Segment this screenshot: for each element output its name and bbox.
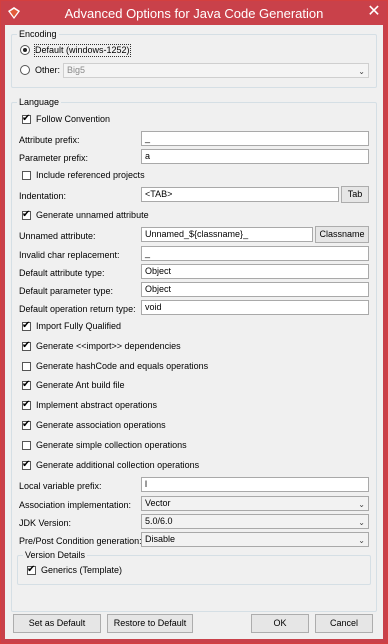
- default-attribute-type-input[interactable]: Object: [141, 264, 369, 279]
- check-icon: ✔: [22, 419, 31, 430]
- cancel-button[interactable]: Cancel: [315, 614, 373, 633]
- version-details-legend: Version Details: [23, 550, 88, 561]
- check-icon: ✔: [22, 209, 31, 220]
- jdk-version-value: 5.0/6.0: [145, 516, 173, 526]
- chevron-down-icon: ⌄: [358, 518, 365, 527]
- jdk-version-label: JDK Version:: [19, 518, 72, 528]
- option-label: Generate <<import>> dependencies: [36, 341, 181, 351]
- include-referenced-label: Include referenced projects: [36, 170, 145, 180]
- chevron-down-icon: ⌄: [358, 500, 365, 509]
- option-checkbox[interactable]: ✔: [22, 459, 31, 470]
- encoding-legend: Encoding: [17, 29, 59, 40]
- ok-button[interactable]: OK: [251, 614, 309, 633]
- encoding-other-label: Other:: [35, 65, 61, 75]
- jdk-version-combo[interactable]: 5.0/6.0 ⌄: [141, 514, 369, 529]
- encoding-other-radio[interactable]: [20, 65, 30, 75]
- encoding-default-label: Default (windows-1252): [34, 44, 131, 57]
- close-icon: ✕: [367, 3, 381, 20]
- close-button[interactable]: ✕: [365, 3, 383, 21]
- option-label: Generate Ant build file: [36, 380, 125, 390]
- check-icon: ✔: [22, 113, 31, 124]
- check-icon: ✔: [22, 459, 31, 470]
- option-label: Import Fully Qualified: [36, 321, 122, 331]
- default-parameter-type-label: Default parameter type:: [19, 286, 114, 296]
- chevron-down-icon: ⌄: [358, 536, 365, 545]
- language-legend: Language: [17, 97, 62, 108]
- option-checkbox[interactable]: ✔: [22, 379, 31, 390]
- unnamed-attribute-input[interactable]: Unnamed_${classname}_: [141, 227, 313, 242]
- set-as-default-button[interactable]: Set as Default: [13, 614, 101, 633]
- association-impl-value: Vector: [145, 498, 171, 508]
- invalid-char-label: Invalid char replacement:: [19, 250, 120, 260]
- include-referenced-checkbox[interactable]: [22, 171, 31, 180]
- default-parameter-type-input[interactable]: Object: [141, 282, 369, 297]
- follow-convention-checkbox[interactable]: ✔: [22, 113, 31, 124]
- invalid-char-input[interactable]: _: [141, 246, 369, 261]
- option-checkbox[interactable]: [22, 441, 31, 450]
- generate-unnamed-checkbox[interactable]: ✔: [22, 209, 31, 220]
- check-icon: ✔: [22, 320, 31, 331]
- default-return-type-input[interactable]: void: [141, 300, 369, 315]
- association-impl-combo[interactable]: Vector ⌄: [141, 496, 369, 511]
- local-variable-prefix-input[interactable]: l: [141, 477, 369, 492]
- option-label: Generate additional collection operation…: [36, 460, 200, 470]
- option-checkbox[interactable]: ✔: [22, 419, 31, 430]
- classname-button[interactable]: Classname: [315, 226, 369, 243]
- option-checkbox[interactable]: [22, 362, 31, 371]
- association-impl-label: Association implementation:: [19, 500, 132, 510]
- option-checkbox[interactable]: ✔: [22, 320, 31, 331]
- option-checkbox[interactable]: ✔: [22, 340, 31, 351]
- check-icon: ✔: [22, 340, 31, 351]
- option-label: Generate simple collection operations: [36, 440, 187, 450]
- chevron-down-icon: ⌄: [358, 67, 365, 76]
- option-label: Implement abstract operations: [36, 400, 158, 410]
- generate-unnamed-label: Generate unnamed attribute: [36, 210, 149, 220]
- follow-convention-label: Follow Convention: [36, 114, 111, 124]
- option-label: Generate hashCode and equals operations: [36, 361, 209, 371]
- indentation-label: Indentation:: [19, 191, 67, 201]
- indentation-input[interactable]: <TAB>: [141, 187, 339, 202]
- unnamed-attribute-label: Unnamed attribute:: [19, 231, 96, 241]
- check-icon: ✔: [22, 379, 31, 390]
- restore-to-default-button[interactable]: Restore to Default: [107, 614, 193, 633]
- generics-label: Generics (Template): [41, 565, 123, 575]
- encoding-other-combo[interactable]: Big5 ⌄: [63, 63, 369, 78]
- pre-post-combo[interactable]: Disable ⌄: [141, 532, 369, 547]
- check-icon: ✔: [22, 399, 31, 410]
- window-title: Advanced Options for Java Code Generatio…: [64, 6, 324, 21]
- tab-button[interactable]: Tab: [341, 186, 369, 203]
- dialog-window: Advanced Options for Java Code Generatio…: [0, 0, 388, 644]
- default-return-type-label: Default operation return type:: [19, 304, 136, 314]
- parameter-prefix-input[interactable]: a: [141, 149, 369, 164]
- local-variable-prefix-label: Local variable prefix:: [19, 481, 102, 491]
- option-checkbox[interactable]: ✔: [22, 399, 31, 410]
- default-attribute-type-label: Default attribute type:: [19, 268, 105, 278]
- attribute-prefix-label: Attribute prefix:: [19, 135, 80, 145]
- pre-post-value: Disable: [145, 534, 176, 544]
- option-label: Generate association operations: [36, 420, 166, 430]
- encoding-group: [11, 34, 377, 88]
- dialog-body: Encoding Default (windows-1252) Other: B…: [5, 25, 383, 639]
- encoding-other-value: Big5: [67, 65, 86, 75]
- check-icon: ✔: [27, 564, 36, 575]
- parameter-prefix-label: Parameter prefix:: [19, 153, 89, 163]
- pre-post-label: Pre/Post Condition generation:: [19, 536, 142, 546]
- title-bar[interactable]: Advanced Options for Java Code Generatio…: [1, 1, 387, 25]
- attribute-prefix-input[interactable]: _: [141, 131, 369, 146]
- encoding-default-radio[interactable]: [20, 45, 30, 55]
- generics-checkbox[interactable]: ✔: [27, 564, 36, 575]
